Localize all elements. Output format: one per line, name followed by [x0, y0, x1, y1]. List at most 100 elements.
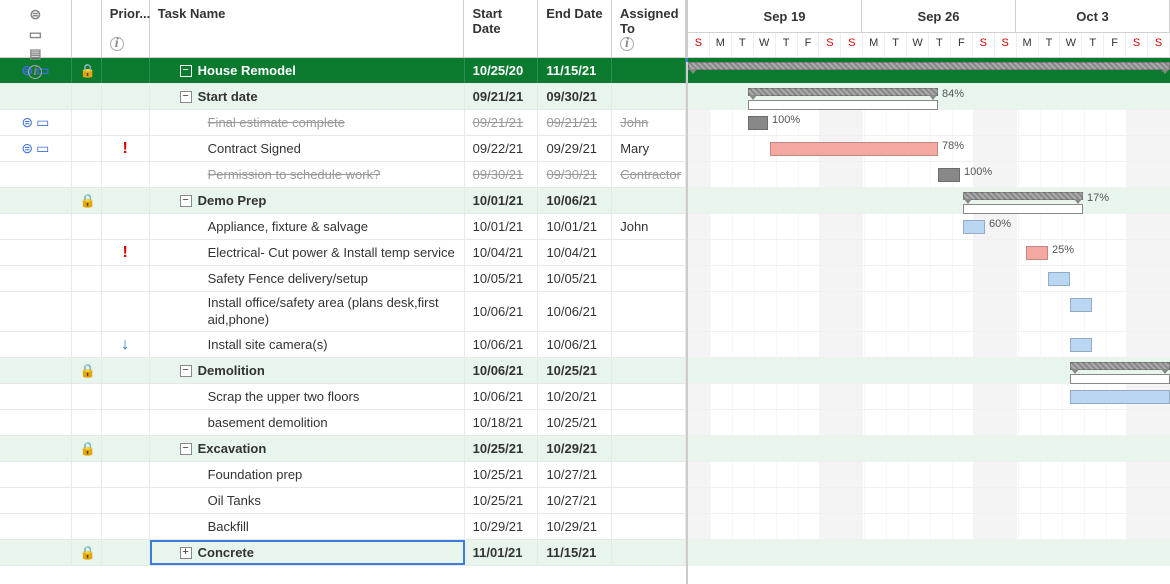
- end-cell[interactable]: 10/27/21: [538, 488, 612, 513]
- start-cell[interactable]: 10/01/21: [465, 188, 539, 213]
- task-row[interactable]: Scrap the upper two floors10/06/2110/20/…: [0, 384, 686, 410]
- start-cell[interactable]: 10/01/21: [465, 214, 539, 239]
- gantt-task-bar[interactable]: [1026, 246, 1048, 260]
- priority-cell[interactable]: [102, 188, 150, 213]
- lock-cell[interactable]: [72, 514, 102, 539]
- assigned-cell[interactable]: [612, 292, 686, 331]
- priority-cell[interactable]: [102, 488, 150, 513]
- task-name-cell[interactable]: −Excavation: [150, 436, 465, 461]
- gantt-summary-bar[interactable]: [748, 88, 938, 96]
- collapse-icon[interactable]: −: [180, 65, 192, 77]
- start-cell[interactable]: 09/21/21: [465, 110, 539, 135]
- lock-cell[interactable]: [72, 110, 102, 135]
- task-row[interactable]: Foundation prep10/25/2110/27/21: [0, 462, 686, 488]
- comment-icon[interactable]: ▭: [36, 114, 49, 131]
- task-name-cell[interactable]: −House Remodel: [150, 58, 465, 83]
- gantt-task-bar[interactable]: [770, 142, 938, 156]
- gantt-task-bar[interactable]: [1070, 390, 1170, 404]
- start-cell[interactable]: 10/06/21: [465, 384, 539, 409]
- end-cell[interactable]: 10/06/21: [538, 188, 612, 213]
- assigned-cell[interactable]: [612, 58, 686, 83]
- assigned-cell[interactable]: [612, 358, 686, 383]
- gantt-summary-bar[interactable]: [688, 62, 1170, 70]
- end-cell[interactable]: 10/05/21: [538, 266, 612, 291]
- end-cell[interactable]: 09/29/21: [538, 136, 612, 161]
- lock-cell[interactable]: [72, 84, 102, 109]
- gantt-task-bar[interactable]: [1070, 338, 1092, 352]
- start-cell[interactable]: 10/06/21: [465, 332, 539, 357]
- end-cell[interactable]: 10/06/21: [538, 292, 612, 331]
- assigned-cell[interactable]: John: [612, 110, 686, 135]
- gantt-summary-bar[interactable]: [1070, 362, 1170, 370]
- lock-cell[interactable]: [72, 410, 102, 435]
- assigned-cell[interactable]: Mary: [612, 136, 686, 161]
- start-cell[interactable]: 10/06/21: [465, 358, 539, 383]
- collapse-icon[interactable]: −: [180, 443, 192, 455]
- start-cell[interactable]: 10/25/20: [465, 58, 539, 83]
- end-cell[interactable]: 10/06/21: [538, 332, 612, 357]
- gantt-task-bar[interactable]: [963, 220, 985, 234]
- assigned-cell[interactable]: [612, 266, 686, 291]
- lock-cell[interactable]: 🔒: [72, 58, 102, 83]
- end-cell[interactable]: 10/25/21: [538, 410, 612, 435]
- lock-cell[interactable]: [72, 462, 102, 487]
- comment-icon[interactable]: ▭: [36, 140, 49, 157]
- gantt-task-bar[interactable]: [1048, 272, 1070, 286]
- task-row[interactable]: −Start date09/21/2109/30/21: [0, 84, 686, 110]
- lock-cell[interactable]: [72, 292, 102, 331]
- assigned-cell[interactable]: [612, 384, 686, 409]
- end-cell[interactable]: 11/15/21: [538, 540, 612, 565]
- end-cell[interactable]: 10/04/21: [538, 240, 612, 265]
- week-header[interactable]: Oct 3: [1016, 0, 1170, 32]
- task-row[interactable]: Backfill10/29/2110/29/21: [0, 514, 686, 540]
- assigned-cell[interactable]: [612, 540, 686, 565]
- task-name-cell[interactable]: −Demo Prep: [150, 188, 465, 213]
- lock-cell[interactable]: 🔒: [72, 540, 102, 565]
- start-cell[interactable]: 11/01/21: [465, 540, 539, 565]
- week-header[interactable]: Sep 19: [708, 0, 862, 32]
- lock-cell[interactable]: [72, 240, 102, 265]
- priority-cell[interactable]: [102, 292, 150, 331]
- task-row[interactable]: Safety Fence delivery/setup10/05/2110/05…: [0, 266, 686, 292]
- task-name-cell[interactable]: Install site camera(s): [150, 332, 465, 357]
- lock-cell[interactable]: [72, 214, 102, 239]
- end-cell[interactable]: 10/29/21: [538, 436, 612, 461]
- task-name-cell[interactable]: Scrap the upper two floors: [150, 384, 465, 409]
- task-name-cell[interactable]: −Start date: [150, 84, 465, 109]
- assigned-cell[interactable]: [612, 410, 686, 435]
- start-cell[interactable]: 10/25/21: [465, 488, 539, 513]
- attachment-icon[interactable]: ⊜: [21, 140, 33, 157]
- start-cell[interactable]: 10/05/21: [465, 266, 539, 291]
- task-name-cell[interactable]: Install office/safety area (plans desk,f…: [150, 292, 465, 331]
- end-cell[interactable]: 10/20/21: [538, 384, 612, 409]
- priority-cell[interactable]: [102, 384, 150, 409]
- task-name-cell[interactable]: Foundation prep: [150, 462, 465, 487]
- task-row[interactable]: Oil Tanks10/25/2110/27/21: [0, 488, 686, 514]
- lock-cell[interactable]: [72, 488, 102, 513]
- assigned-cell[interactable]: Contractor: [612, 162, 686, 187]
- lock-cell[interactable]: [72, 162, 102, 187]
- collapse-icon[interactable]: −: [180, 195, 192, 207]
- lock-cell[interactable]: [72, 266, 102, 291]
- start-cell[interactable]: 10/25/21: [465, 462, 539, 487]
- lock-cell[interactable]: 🔒: [72, 188, 102, 213]
- assigned-cell[interactable]: [612, 462, 686, 487]
- priority-cell[interactable]: [102, 358, 150, 383]
- end-cell[interactable]: 10/25/21: [538, 358, 612, 383]
- task-grid[interactable]: ⊜ ▭ ▤ i Prior... i Task Name Start Date …: [0, 0, 688, 584]
- task-row[interactable]: 🔒−Excavation10/25/2110/29/21: [0, 436, 686, 462]
- priority-cell[interactable]: [102, 266, 150, 291]
- start-cell[interactable]: 09/30/21: [465, 162, 539, 187]
- start-cell[interactable]: 10/06/21: [465, 292, 539, 331]
- task-row[interactable]: !Electrical- Cut power & Install temp se…: [0, 240, 686, 266]
- task-name-cell[interactable]: Oil Tanks: [150, 488, 465, 513]
- task-row[interactable]: ⊜▭🔒−House Remodel10/25/2011/15/21: [0, 58, 686, 84]
- assigned-cell[interactable]: John: [612, 214, 686, 239]
- end-cell[interactable]: 09/30/21: [538, 84, 612, 109]
- priority-cell[interactable]: [102, 162, 150, 187]
- collapse-icon[interactable]: −: [180, 365, 192, 377]
- assigned-cell[interactable]: [612, 436, 686, 461]
- end-cell[interactable]: 09/21/21: [538, 110, 612, 135]
- priority-cell[interactable]: [102, 514, 150, 539]
- task-name-cell[interactable]: Electrical- Cut power & Install temp ser…: [150, 240, 465, 265]
